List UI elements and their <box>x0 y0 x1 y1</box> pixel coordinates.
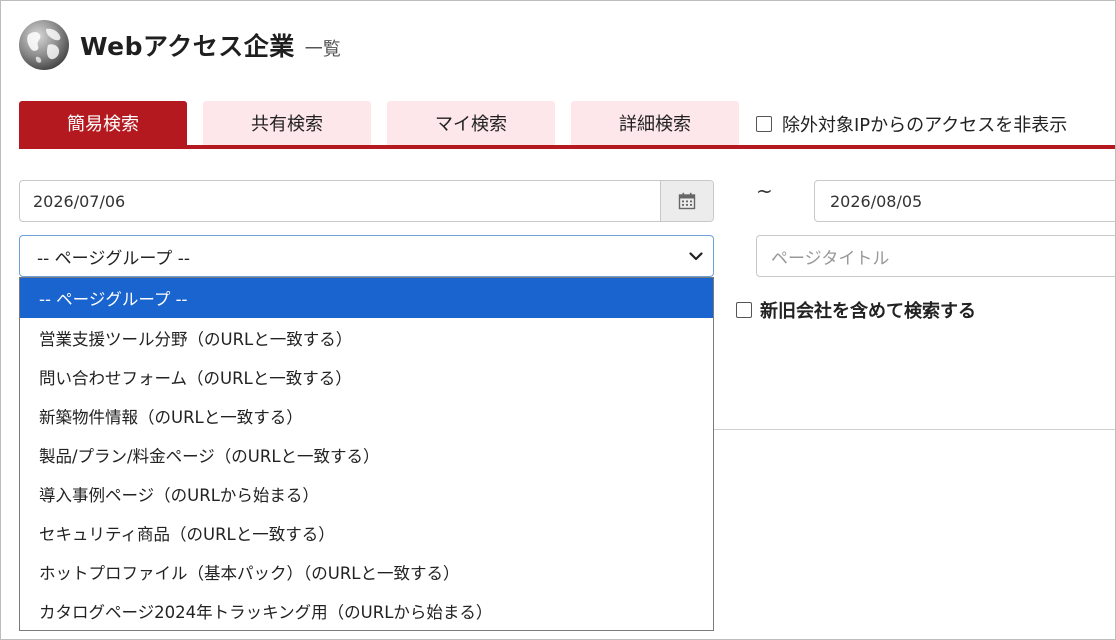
dropdown-option[interactable]: ホットプロファイル（基本パック）（のURLと一致する） <box>20 552 713 591</box>
page-group-select[interactable]: -- ページグループ -- <box>19 235 714 277</box>
date-from-field[interactable]: 2026/07/06 <box>19 180 714 222</box>
page-subtitle: 一覧 <box>304 39 341 60</box>
page-group-dropdown: -- ページグループ -- 営業支援ツール分野（のURLと一致する） 問い合わせ… <box>19 277 714 631</box>
exclude-ip-option[interactable]: 除外対象IPからのアクセスを非表示 <box>756 111 1067 137</box>
dropdown-option[interactable]: 新築物件情報（のURLと一致する） <box>20 396 713 435</box>
dropdown-option[interactable]: 製品/プラン/料金ページ（のURLと一致する） <box>20 435 713 474</box>
date-from-value[interactable]: 2026/07/06 <box>20 181 660 221</box>
search-tabs: 簡易検索 共有検索 マイ検索 詳細検索 <box>19 101 755 145</box>
page-header: Webアクセス企業 一覧 <box>18 19 341 71</box>
date-to-field[interactable]: 2026/08/05 <box>814 180 1115 222</box>
include-old-new-label: 新旧会社を含めて検索する <box>760 301 976 322</box>
include-old-new-option[interactable]: 新旧会社を含めて検索する <box>736 297 976 323</box>
tab-my-search[interactable]: マイ検索 <box>387 101 555 145</box>
section-divider <box>714 429 1115 430</box>
tab-underline <box>19 145 1115 149</box>
date-range-separator: ~ <box>756 179 773 203</box>
dropdown-option[interactable]: -- ページグループ -- <box>20 278 713 318</box>
include-old-new-checkbox[interactable] <box>736 302 752 318</box>
dropdown-option[interactable]: カタログページ2024年トラッキング用（のURLから始まる） <box>20 591 713 630</box>
calendar-button[interactable] <box>660 181 713 221</box>
globe-icon <box>19 20 69 70</box>
dropdown-option[interactable]: 営業支援ツール分野（のURLと一致する） <box>20 318 713 357</box>
calendar-icon <box>678 192 696 210</box>
page-title: Webアクセス企業 <box>80 32 295 61</box>
exclude-ip-label: 除外対象IPからのアクセスを非表示 <box>782 115 1068 136</box>
dropdown-option[interactable]: 導入事例ページ（のURLから始まる） <box>20 474 713 513</box>
page-title-input[interactable]: ページタイトル <box>756 235 1115 277</box>
dropdown-option[interactable]: 問い合わせフォーム（のURLと一致する） <box>20 357 713 396</box>
chevron-down-icon <box>689 252 703 261</box>
tab-simple-search[interactable]: 簡易検索 <box>19 101 187 145</box>
dropdown-option[interactable]: セキュリティ商品（のURLと一致する） <box>20 513 713 552</box>
tab-shared-search[interactable]: 共有検索 <box>203 101 371 145</box>
exclude-ip-checkbox[interactable] <box>756 116 772 132</box>
app-window: Webアクセス企業 一覧 簡易検索 共有検索 マイ検索 詳細検索 除外対象IPか… <box>0 0 1116 640</box>
tab-detail-search[interactable]: 詳細検索 <box>571 101 739 145</box>
page-group-selected: -- ページグループ -- <box>37 248 190 269</box>
